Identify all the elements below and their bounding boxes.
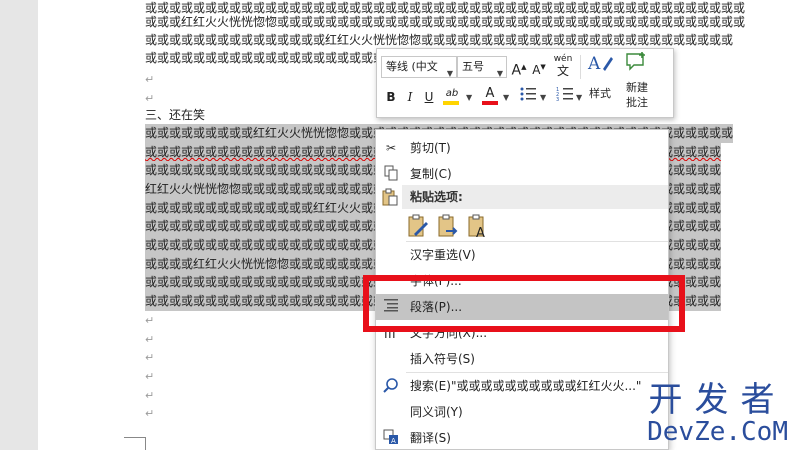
paste-options-header: 粘贴选项: <box>402 185 668 209</box>
font-color-button[interactable]: A <box>481 83 499 105</box>
doc-line: 或或或或或或或或或或或或或或或或或或或或或 <box>145 51 398 65</box>
scissors-icon: ✂ <box>385 141 397 155</box>
paragraph-mark: ↵ <box>145 351 155 364</box>
styles-label: 样式 <box>589 87 611 100</box>
search-icon <box>382 377 400 395</box>
numbering-icon: 1 2 3 <box>556 87 573 103</box>
watermark-en: DevZe.CoM <box>647 417 788 447</box>
toolbar-separator <box>580 55 581 79</box>
paste-merge-formatting-button[interactable] <box>436 214 460 238</box>
new-comment-button[interactable]: 新建 批注 <box>620 51 654 115</box>
mini-toolbar: 等线 (中文 ▼ 五号 ▼ A▲ A▼ wén 文 A 样式 新建 批注 B I… <box>376 48 674 118</box>
page-corner-mark <box>124 437 146 450</box>
bold-button[interactable]: B <box>382 86 400 108</box>
menu-item-translate[interactable]: A 翻译(S) <box>376 425 668 450</box>
menu-item-cut[interactable]: ✂ 剪切(T) <box>376 135 668 161</box>
svg-text:A: A <box>391 437 396 445</box>
chevron-down-icon[interactable]: ▼ <box>503 93 509 102</box>
paragraph-mark: ↵ <box>145 370 155 383</box>
font-name-combo[interactable]: 等线 (中文 ▼ <box>381 56 457 78</box>
chevron-down-icon: ▼ <box>496 69 503 78</box>
bullets-icon <box>520 87 536 101</box>
font-size-combo[interactable]: 五号 ▼ <box>457 56 507 78</box>
svg-text:A: A <box>587 54 601 74</box>
paste-merge-formatting-icon <box>438 214 458 237</box>
paragraph-mark: ↵ <box>145 73 155 86</box>
chevron-down-icon: ▼ <box>446 69 453 78</box>
paste-text-only-icon: A <box>468 214 485 241</box>
menu-item-synonyms[interactable]: 同义词(Y) <box>376 399 668 425</box>
chevron-down-icon[interactable]: ▼ <box>540 93 546 102</box>
watermark-logo: 开发者 DevZe.CoM <box>647 382 788 446</box>
font-color-swatch <box>482 101 498 105</box>
clipboard-icon <box>382 188 400 206</box>
svg-text:A: A <box>476 226 485 238</box>
new-comment-icon <box>626 52 645 71</box>
chevron-down-icon[interactable]: ▼ <box>576 93 582 102</box>
menu-item-copy[interactable]: 复制(C) <box>376 161 668 187</box>
highlight-color-swatch <box>443 101 459 105</box>
menu-item-reconvert[interactable]: 汉字重选(V) <box>376 242 668 268</box>
doc-line: 或或或红红火火恍恍惚惚或或或或或或或或或或或或或或或或或或或或或或或或或或或或或… <box>145 15 746 29</box>
paste-keep-formatting-icon <box>408 214 428 237</box>
paragraph-mark: ↵ <box>145 314 155 327</box>
paragraph-mark: ↵ <box>145 389 155 402</box>
grow-font-button[interactable]: A▲ <box>510 56 528 79</box>
phonetic-guide-button[interactable]: wén 文 <box>551 53 575 78</box>
menu-item-insert-symbol[interactable]: 插入符号(S) <box>376 346 668 372</box>
paragraph-mark: ↵ <box>145 407 155 420</box>
italic-button[interactable]: I <box>401 86 419 108</box>
menu-item-search[interactable]: 搜索(E)"或或或或或或或或或或红红火火..." <box>376 373 668 399</box>
copy-icon <box>382 165 400 183</box>
svg-text:3: 3 <box>556 97 559 102</box>
shrink-font-button[interactable]: A▼ <box>530 56 548 78</box>
paste-text-only-button[interactable]: A <box>466 214 490 241</box>
new-comment-label-1: 新建 <box>626 81 648 94</box>
annotation-highlight-frame <box>363 275 685 332</box>
paste-keep-formatting-button[interactable] <box>406 214 430 238</box>
section-heading: 三、还在笑 <box>145 108 206 122</box>
bullets-button[interactable] <box>518 86 538 108</box>
phonetic-guide-icon: 文 <box>556 64 569 78</box>
styles-icon: A <box>587 54 613 74</box>
chevron-down-icon[interactable]: ▼ <box>466 93 472 102</box>
paragraph-mark: ↵ <box>145 333 155 346</box>
font-name-value: 等线 (中文 <box>386 60 438 73</box>
numbering-button[interactable]: 1 2 3 <box>555 86 575 108</box>
watermark-cn: 开发者 <box>648 380 787 420</box>
underline-button[interactable]: U <box>420 86 438 108</box>
highlight-button[interactable]: ab <box>441 83 463 105</box>
new-comment-label-2: 批注 <box>626 96 648 109</box>
styles-button[interactable]: A 样式 <box>584 51 616 101</box>
translate-icon: A <box>382 429 400 447</box>
font-size-value: 五号 <box>462 60 484 73</box>
